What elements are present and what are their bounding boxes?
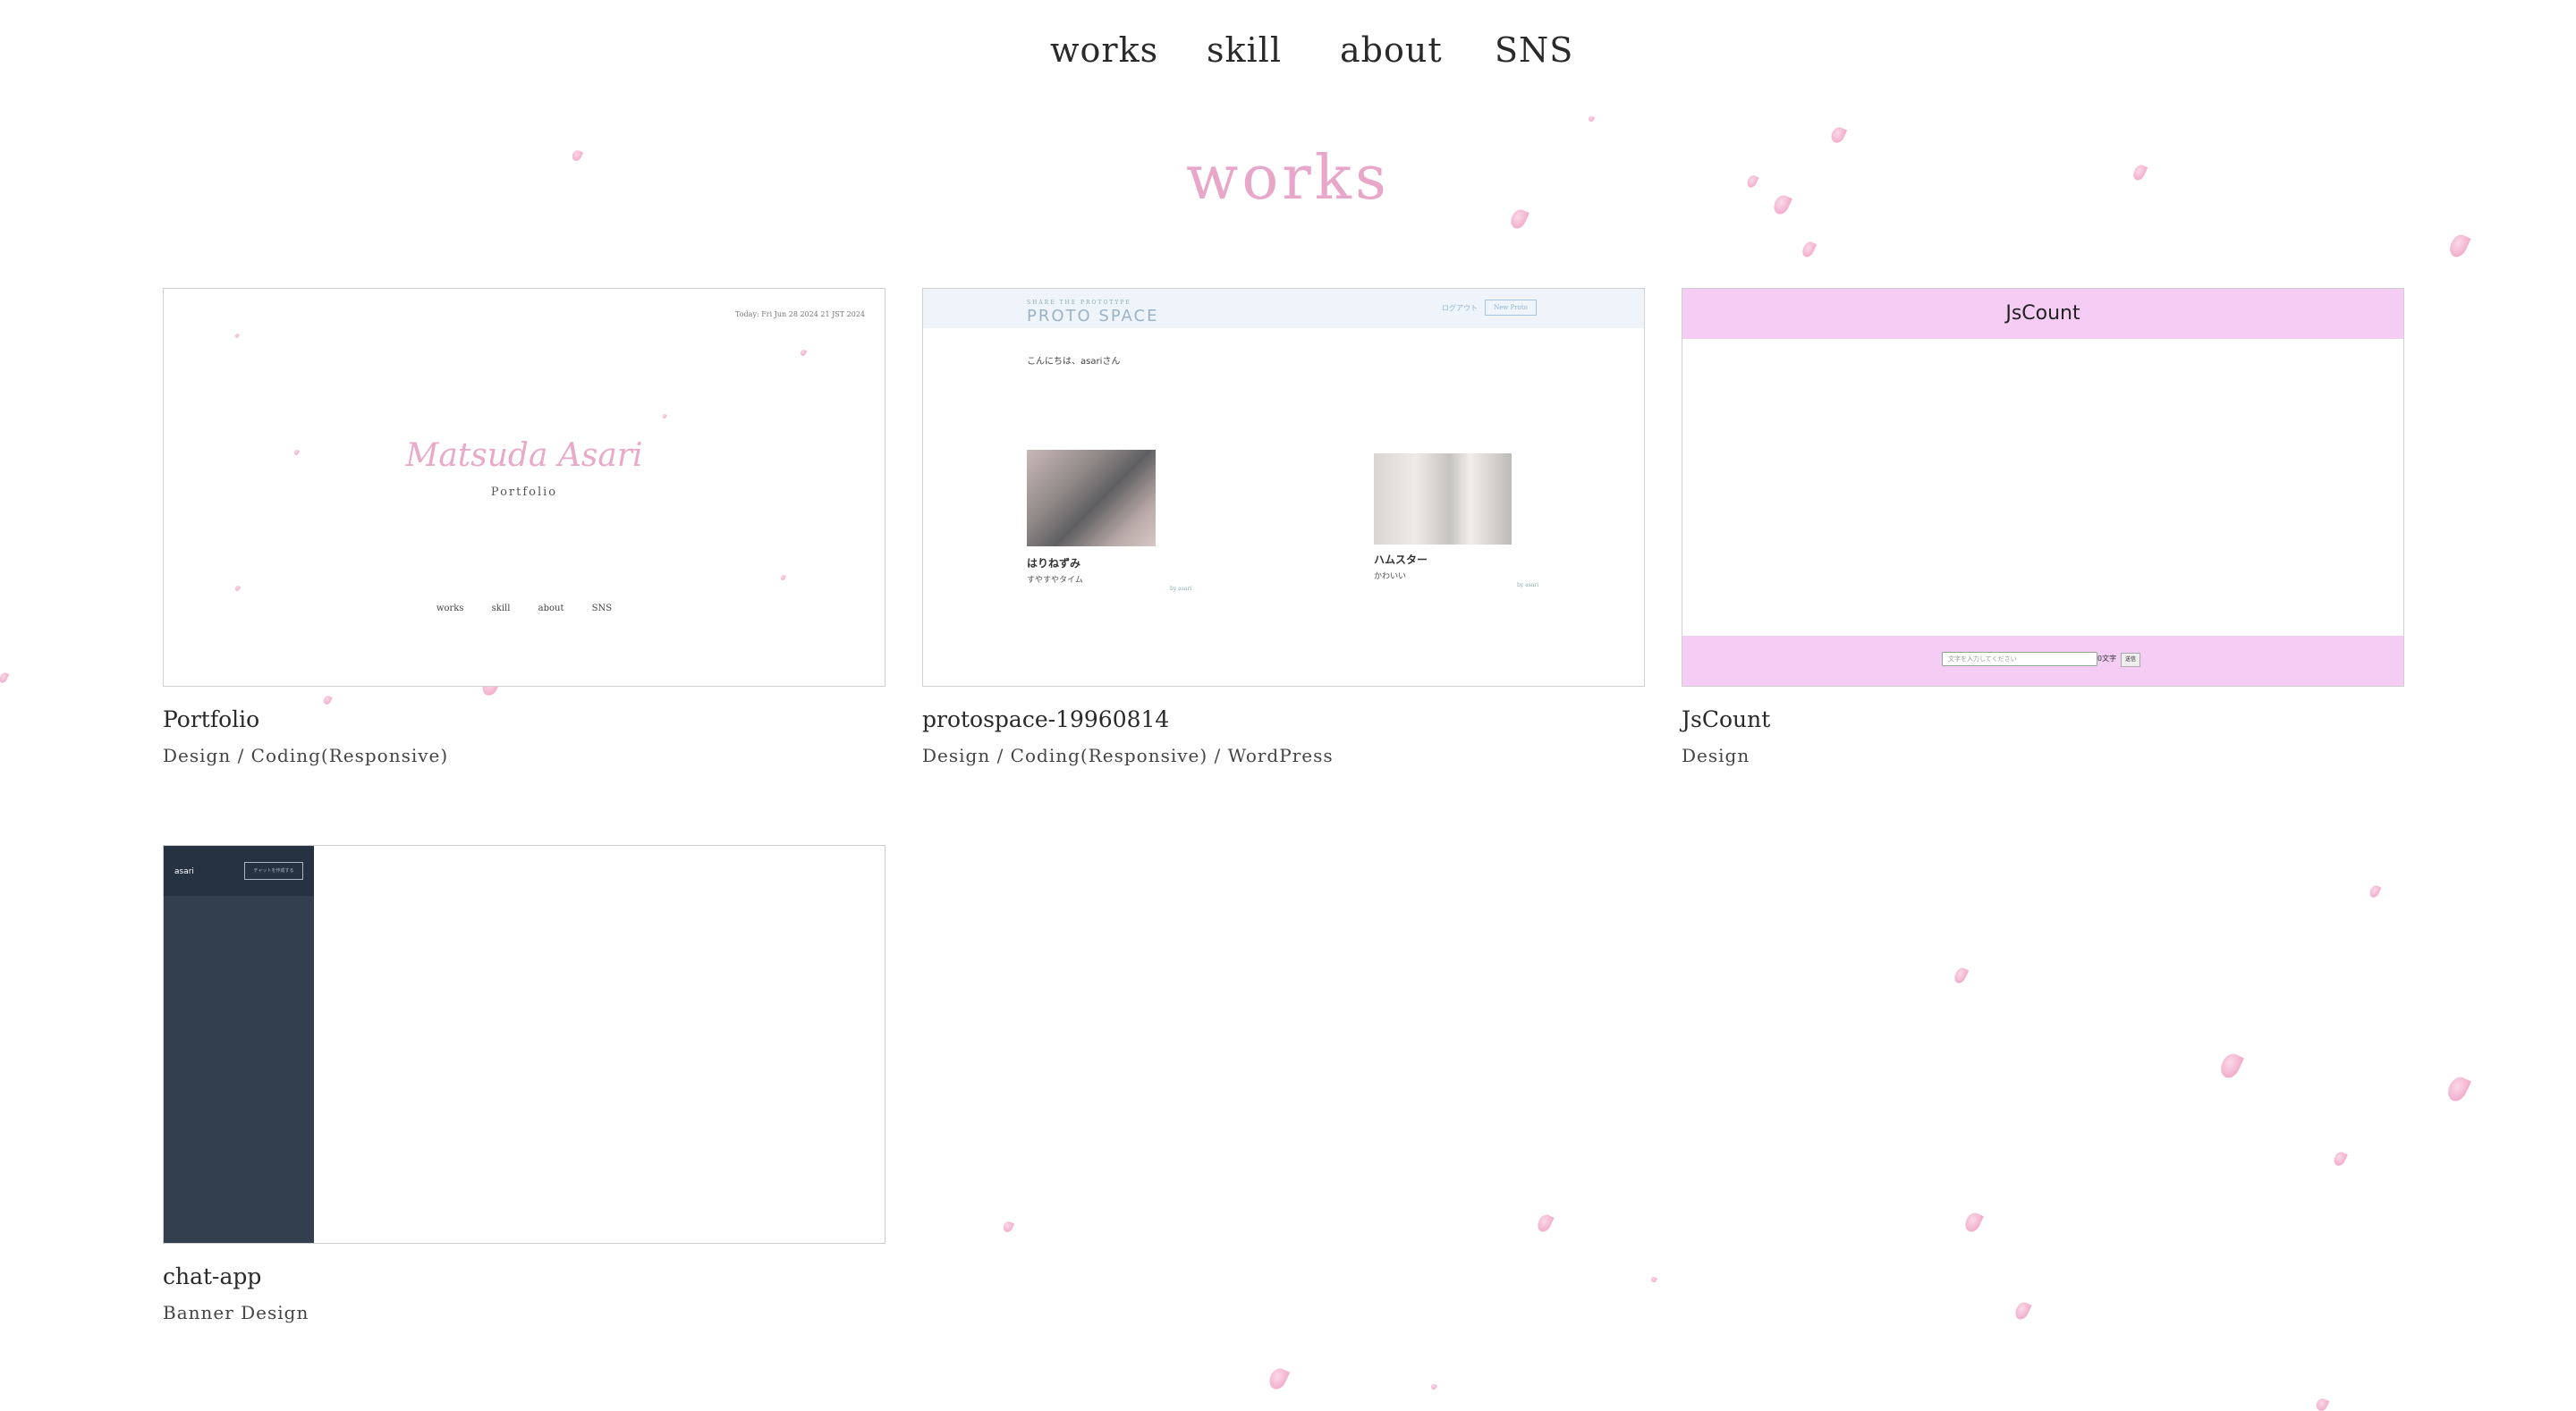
petal-icon <box>2368 883 2382 900</box>
petal-icon <box>1588 115 1595 123</box>
petal-icon <box>233 585 242 592</box>
work-tags: Design / Coding(Responsive) <box>163 745 449 766</box>
nav-link-about[interactable]: about <box>1340 30 1443 70</box>
work-title[interactable]: chat-app <box>163 1263 886 1289</box>
thumb-item-catch: かわいい <box>1374 572 1407 581</box>
work-tags: Banner Design <box>163 1302 309 1323</box>
thumb-nav-item: works <box>436 604 464 613</box>
thumb-footer: 文字を入力してください 0文字 送信 <box>1682 636 2403 686</box>
thumb-nav-item: SNS <box>591 604 613 613</box>
thumb-tagline: SHARE THE PROTOTYPE <box>1027 300 1131 306</box>
nav-link-sns[interactable]: SNS <box>1495 30 1573 70</box>
thumb-item-name: ハムスター <box>1374 553 1428 566</box>
petal-icon <box>2217 1051 2244 1081</box>
thumb-item-name: はりねずみ <box>1027 557 1081 570</box>
hamster-photo <box>1374 453 1512 545</box>
petal-icon <box>2445 1074 2471 1104</box>
petal-icon <box>1828 124 1848 146</box>
thumb-submit-button: 送信 <box>2121 653 2140 667</box>
thumb-create-chat-button: チャットを作成する <box>244 862 303 880</box>
thumb-logout-link: ログアウト <box>1442 304 1478 312</box>
petal-icon <box>1800 240 1818 259</box>
petal-icon <box>1962 1210 1984 1235</box>
work-tags: Design / Coding(Responsive) / WordPress <box>922 745 1334 766</box>
work-card-protospace: SHARE THE PROTOTYPE PROTO SPACE ログアウト Ne… <box>922 288 1645 766</box>
petal-icon <box>779 574 787 581</box>
thumb-nav-item: about <box>538 604 564 613</box>
thumb-char-count: 0文字 <box>2097 655 2117 663</box>
petal-icon <box>2012 1299 2032 1322</box>
top-nav: works skill about SNS <box>0 30 2576 75</box>
thumb-greeting: こんにちは、asariさん <box>1027 357 1121 367</box>
petal-icon <box>234 333 240 339</box>
petal-icon <box>1952 966 1970 985</box>
petal-icon <box>1535 1212 1555 1235</box>
thumb-nav: works skill about SNS <box>164 604 885 613</box>
work-thumbnail[interactable]: asari チャットを作成する <box>163 845 886 1244</box>
thumb-sidebar: asari チャットを作成する <box>164 846 314 1243</box>
nav-link-works[interactable]: works <box>1050 30 1158 70</box>
petal-icon <box>1001 1220 1015 1234</box>
petal-icon <box>1266 1365 1291 1392</box>
petal-icon <box>1430 1383 1437 1390</box>
hedgehog-photo <box>1027 450 1156 546</box>
petal-icon <box>1650 1276 1657 1283</box>
work-thumbnail[interactable]: JsCount 文字を入力してください 0文字 送信 <box>1682 288 2404 687</box>
work-title[interactable]: Portfolio <box>163 706 886 732</box>
thumb-item-catch: すやすやタイム <box>1027 576 1083 585</box>
thumb-username: asari <box>174 867 194 876</box>
thumb-header: JsCount <box>1682 289 2403 339</box>
nav-link-skill[interactable]: skill <box>1207 30 1282 70</box>
work-thumbnail[interactable]: Today: Fri Jun 28 2024 21 JST 2024 Matsu… <box>163 288 886 687</box>
petal-icon <box>2446 232 2471 260</box>
thumb-new-proto-button: New Proto <box>1485 300 1537 316</box>
petal-icon <box>2314 1397 2330 1411</box>
petal-icon <box>799 349 808 357</box>
work-tags: Design <box>1682 745 1750 766</box>
thumb-date: Today: Fri Jun 28 2024 21 JST 2024 <box>735 310 865 318</box>
thumb-nav-item: skill <box>491 604 511 613</box>
thumb-site-name: Matsuda Asari <box>405 437 643 474</box>
work-card-jscount: JsCount 文字を入力してください 0文字 送信 JsCount Desig… <box>1682 288 2404 766</box>
thumb-sidebar-header: asari チャットを作成する <box>164 846 314 896</box>
petal-icon <box>2332 1150 2348 1168</box>
work-title[interactable]: protospace-19960814 <box>922 706 1645 732</box>
work-card-portfolio: Today: Fri Jun 28 2024 21 JST 2024 Matsu… <box>163 288 886 766</box>
petal-icon <box>0 671 10 685</box>
thumb-logo: PROTO SPACE <box>1027 307 1159 325</box>
thumb-item-author: by asari <box>1170 586 1192 592</box>
work-card-chat-app: asari チャットを作成する chat-app Banner Design <box>163 845 886 1323</box>
section-title: works <box>1186 143 1390 214</box>
thumb-item-author: by asari <box>1517 582 1539 588</box>
petal-icon <box>662 413 667 419</box>
thumb-subtitle: Portfolio <box>490 486 558 499</box>
work-thumbnail[interactable]: SHARE THE PROTOTYPE PROTO SPACE ログアウト Ne… <box>922 288 1645 687</box>
work-title[interactable]: JsCount <box>1682 706 2404 732</box>
thumb-text-input: 文字を入力してください <box>1942 652 2097 666</box>
